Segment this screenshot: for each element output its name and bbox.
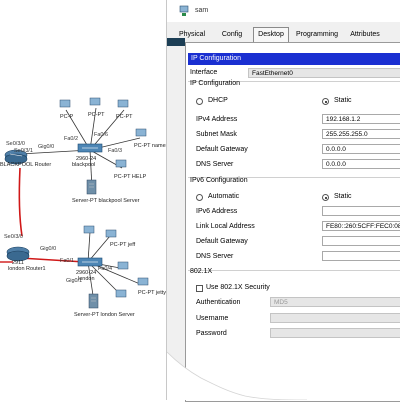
ipv4-label: IPv4 Address <box>196 116 238 123</box>
ip-configuration-panel: IP Configuration Interface FastEthernet0… <box>185 42 400 402</box>
iface-se031: Se0/3/1 <box>14 148 33 154</box>
ipv6-static-label: Static <box>334 193 352 200</box>
ipv6-automatic-label: Automatic <box>208 193 240 200</box>
dns-label: DNS Server <box>196 161 234 168</box>
interface-select[interactable]: FastEthernet0 <box>248 68 400 78</box>
pc-label: PC-PT <box>116 114 133 120</box>
link-local-label: Link Local Address <box>196 223 255 230</box>
serial-link <box>18 167 23 237</box>
window-title: sam <box>195 7 209 14</box>
blackpool-server-icon[interactable] <box>86 179 97 195</box>
password-field[interactable] <box>270 328 400 338</box>
tab-attributes[interactable]: Attributes <box>347 28 383 41</box>
iface-gig00: Gig0/0 <box>38 144 54 150</box>
london-switch-icon[interactable] <box>77 257 103 267</box>
pc-label: PC-PT <box>88 112 105 118</box>
divider <box>188 270 400 271</box>
use-8021x-checkbox[interactable] <box>196 285 203 292</box>
pc-label: PC-PT jetty <box>138 290 166 296</box>
ipv6-gateway-label: Default Gateway <box>196 238 248 245</box>
ipv6-dns-field[interactable] <box>322 251 400 261</box>
pc-icon[interactable] <box>89 97 101 106</box>
pc-icon[interactable] <box>117 99 129 108</box>
iface-fa04: Fa0/4 <box>98 266 112 272</box>
iface-gig01: Gig0/1 <box>66 278 82 284</box>
pc-label: PC-P <box>60 114 73 120</box>
pc-icon[interactable] <box>59 99 71 108</box>
dot1x-section-label: 802.1X <box>190 268 213 275</box>
iface-fa03: Fa0/3 <box>108 148 122 154</box>
link-local-field[interactable]: FE80::260:5CFF:FEC0:08E <box>322 221 400 231</box>
ipv6-automatic-radio[interactable] <box>196 194 203 201</box>
window-titlebar[interactable]: sam <box>167 0 400 22</box>
blackpool-switch-name: blackpool <box>72 162 95 168</box>
pc-label: PC-PT jeff <box>110 242 136 248</box>
blackpool-server-label: Server-PT blackpool Server <box>72 198 140 204</box>
tab-programming[interactable]: Programming <box>295 28 339 41</box>
london-server-icon[interactable] <box>88 293 99 309</box>
iface-fa06: Fa0/6 <box>94 132 108 138</box>
ipv6-address-label: IPv6 Address <box>196 208 238 215</box>
iface-gig00-london: Gig0/0 <box>40 246 56 252</box>
gateway-field[interactable]: 0.0.0.0 <box>322 144 400 154</box>
static-label: Static <box>334 97 352 104</box>
password-label: Password <box>196 330 227 337</box>
pc-label: PC-PT HELP <box>114 174 147 180</box>
authentication-select[interactable]: MD5 <box>270 297 400 307</box>
pc-icon[interactable] <box>83 225 95 234</box>
username-field[interactable] <box>270 313 400 323</box>
pc-icon[interactable] <box>135 128 147 137</box>
subnet-field[interactable]: 255.255.255.0 <box>322 129 400 139</box>
iface-se030: Se0/3/0 <box>6 141 25 147</box>
ipv4-field[interactable]: 192.168.1.2 <box>322 114 400 124</box>
iface-fa02: Fa0/2 <box>64 136 78 142</box>
subnet-label: Subnet Mask <box>196 131 237 138</box>
london-router-icon[interactable] <box>6 246 30 262</box>
interface-label: Interface <box>190 69 218 76</box>
ip-config-section-label: IP Configuration <box>190 80 241 87</box>
static-radio[interactable] <box>322 98 329 105</box>
use-8021x-label: Use 802.1X Security <box>206 284 270 291</box>
iface-se030-london: Se0/3/0 <box>4 234 23 240</box>
gateway-label: Default Gateway <box>196 146 248 153</box>
router-switch-link <box>19 257 86 263</box>
london-server-label: Server-PT london Server <box>74 312 135 318</box>
ipv6-address-field[interactable] <box>322 206 400 216</box>
pc-config-window: sam Physical Config Desktop Programming … <box>166 0 400 402</box>
dhcp-label: DHCP <box>208 97 228 104</box>
ipv6-dns-label: DNS Server <box>196 253 234 260</box>
blackpool-switch-icon[interactable] <box>77 143 103 153</box>
london-router-label: london Router1 <box>8 266 46 272</box>
tab-desktop[interactable]: Desktop <box>253 27 289 42</box>
window-edge-decoration <box>167 38 185 46</box>
ipv6-section-label: IPv6 Configuration <box>190 177 248 184</box>
ip-config-header: IP Configuration <box>188 53 400 65</box>
pc-icon[interactable] <box>117 261 129 270</box>
pc-icon[interactable] <box>115 159 127 168</box>
pc-icon[interactable] <box>105 229 117 238</box>
ipv6-static-radio[interactable] <box>322 194 329 201</box>
pc-icon[interactable] <box>137 277 149 286</box>
username-label: Username <box>196 315 229 322</box>
ipv6-gateway-field[interactable] <box>322 236 400 246</box>
tab-config[interactable]: Config <box>221 28 243 41</box>
pc-label: PC-PT names <box>134 143 169 149</box>
authentication-label: Authentication <box>196 299 241 306</box>
pc-app-icon <box>179 5 189 16</box>
pc-icon[interactable] <box>115 289 127 298</box>
blackpool-router-label: BLACKPOOL Router <box>0 162 51 168</box>
dns-field[interactable]: 0.0.0.0 <box>322 159 400 169</box>
network-topology-canvas[interactable]: BLACKPOOL Router Se0/3/0 Se0/3/1 Gig0/0 … <box>0 0 170 400</box>
iface-fa01: Fa0/1 <box>60 258 74 264</box>
dhcp-radio[interactable] <box>196 98 203 105</box>
